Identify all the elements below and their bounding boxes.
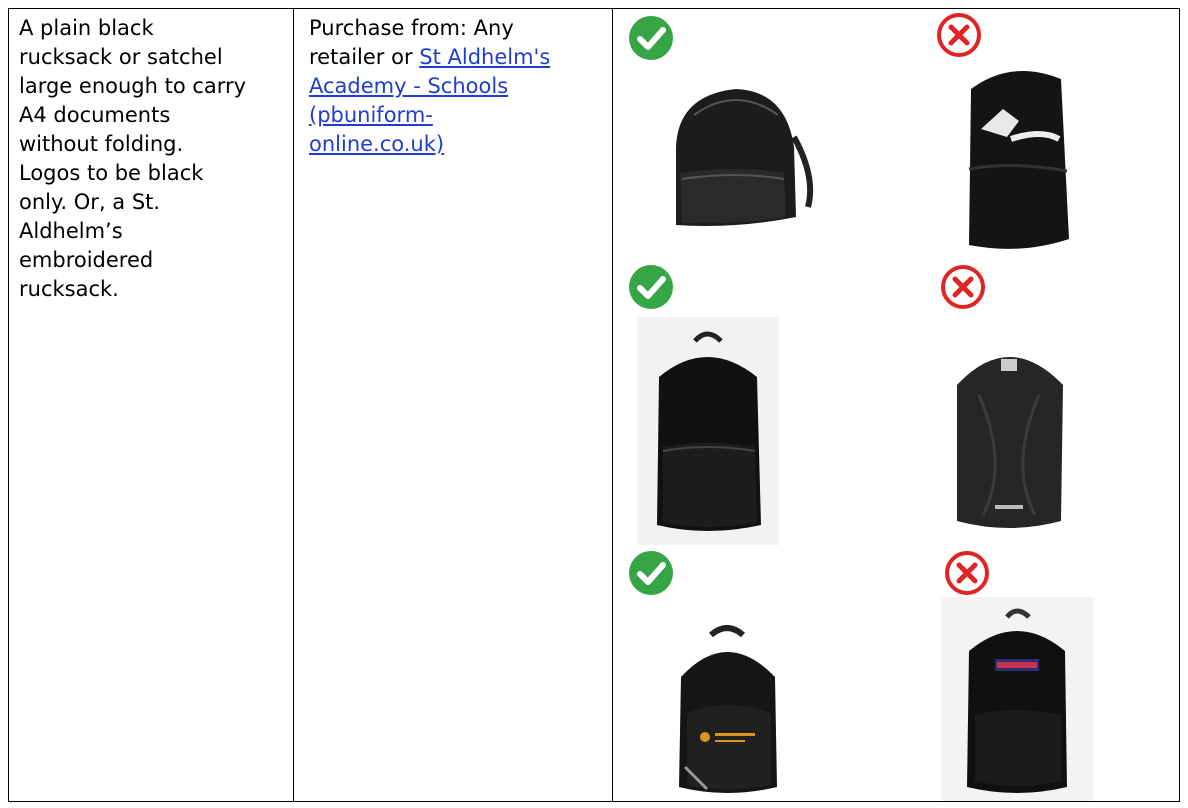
- supplier-link[interactable]: Academy - Schools: [309, 72, 609, 101]
- requirement-line: Aldhelm’s: [19, 219, 123, 243]
- logo-backpack-image: [951, 59, 1081, 259]
- embroidered-rucksack-image: [667, 617, 789, 801]
- x-circle-icon: [941, 265, 985, 309]
- logo-backpack-image: [941, 597, 1093, 801]
- requirement-line: Logos to be black: [19, 161, 204, 185]
- uniform-table: A plain black rucksack or satchel large …: [8, 8, 1180, 802]
- requirement-line: A4 documents: [19, 103, 171, 127]
- purchase-line: retailer or St Aldhelm's: [309, 43, 609, 72]
- supplier-link[interactable]: online.co.uk): [309, 130, 609, 159]
- requirement-line: rucksack.: [19, 277, 119, 301]
- column-divider: [612, 9, 613, 801]
- x-circle-icon: [937, 13, 981, 57]
- check-circle-icon: [629, 265, 673, 309]
- supplier-link[interactable]: (pbuniform-: [309, 101, 609, 130]
- requirement-line: embroidered: [19, 248, 154, 272]
- purchase-line: Purchase from: Any: [309, 16, 514, 40]
- branded-backpack-image: [939, 335, 1079, 539]
- purchase-cell: Purchase from: Any retailer or St Aldhel…: [309, 14, 609, 159]
- plain-black-backpack-image: [646, 77, 816, 237]
- requirement-cell: A plain black rucksack or satchel large …: [19, 14, 287, 304]
- requirement-line: A plain black: [19, 16, 154, 40]
- check-circle-icon: [629, 16, 673, 60]
- requirement-line: rucksack or satchel: [19, 45, 223, 69]
- requirement-line: only. Or, a St.: [19, 190, 161, 214]
- supplier-link[interactable]: St Aldhelm's: [419, 45, 550, 69]
- purchase-prefix: retailer or: [309, 45, 420, 69]
- plain-black-backpack-image: [637, 317, 779, 545]
- column-divider: [293, 9, 294, 801]
- requirement-line: large enough to carry: [19, 74, 247, 98]
- x-circle-icon: [945, 551, 989, 595]
- check-circle-icon: [629, 551, 673, 595]
- requirement-line: without folding.: [19, 132, 184, 156]
